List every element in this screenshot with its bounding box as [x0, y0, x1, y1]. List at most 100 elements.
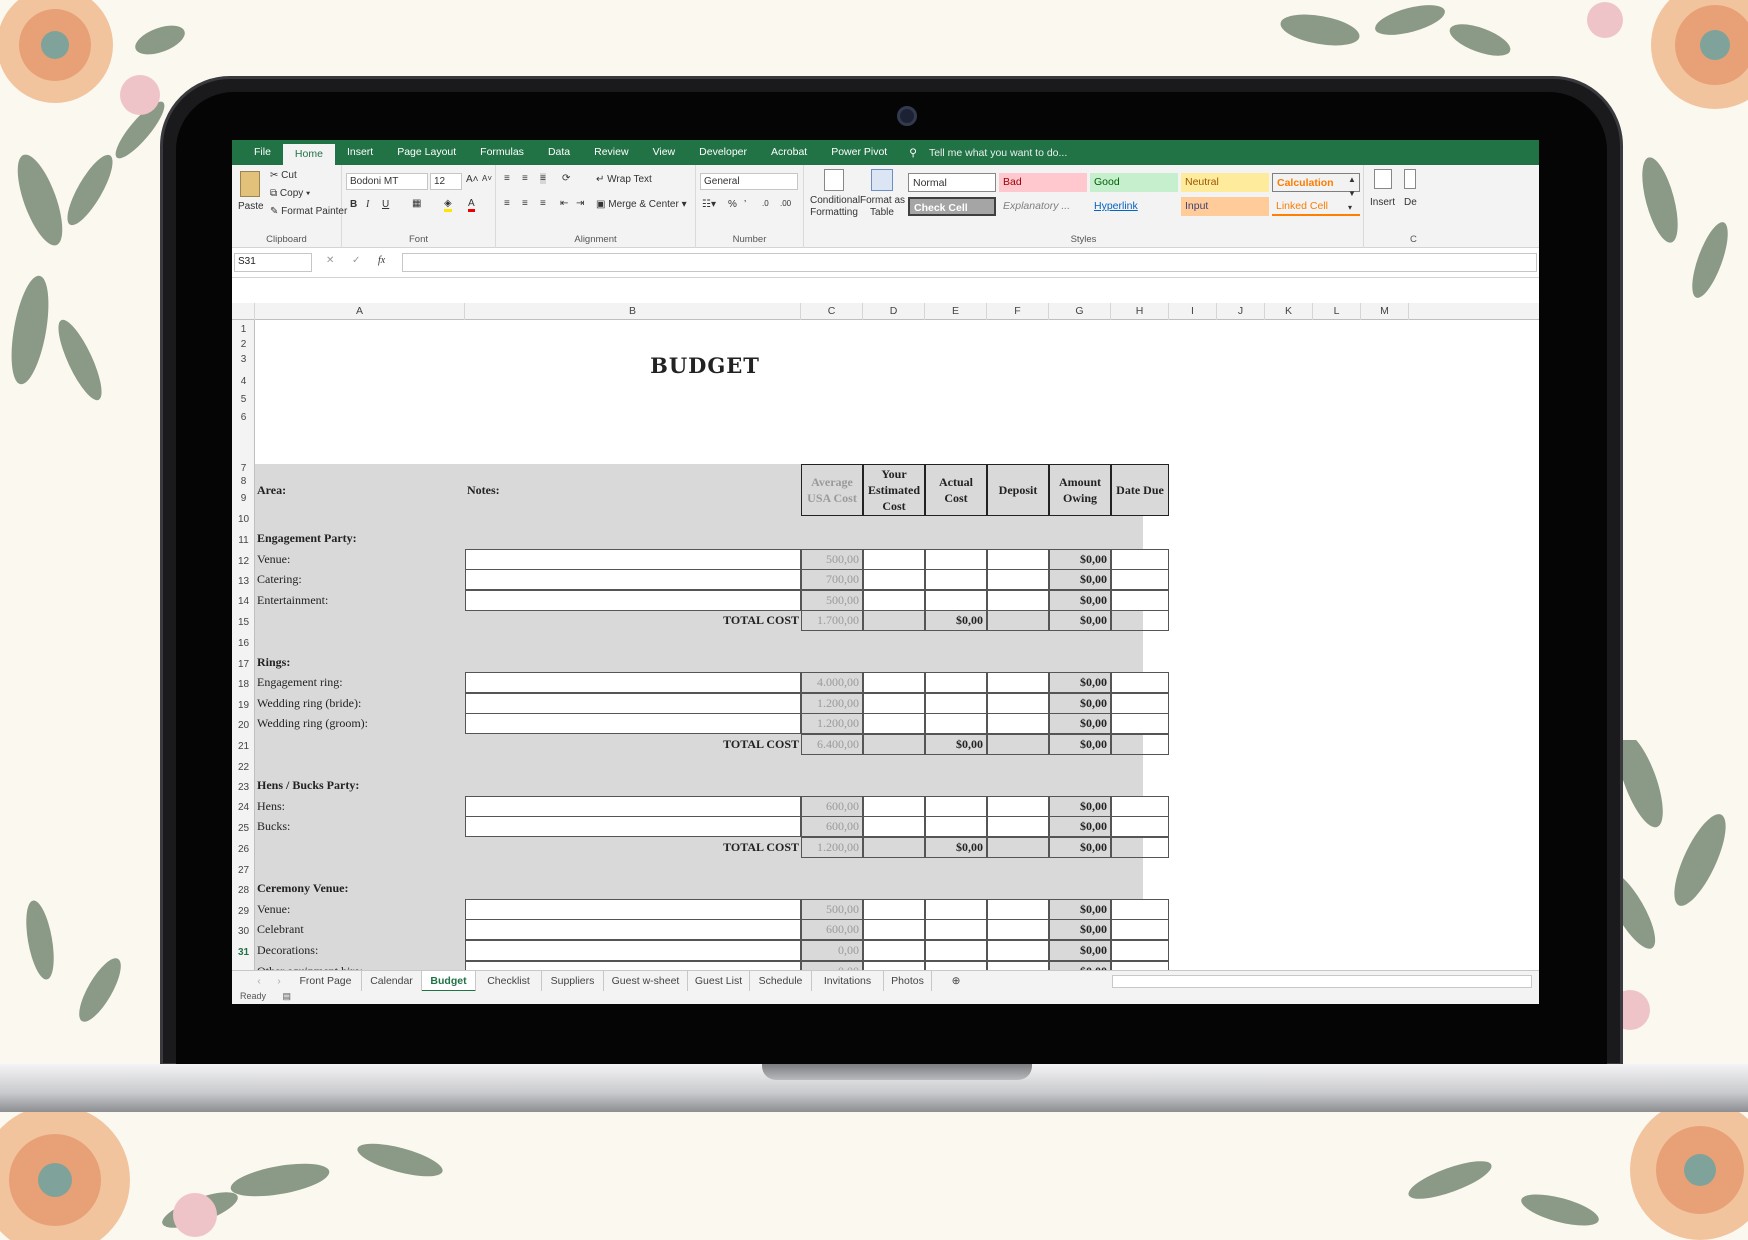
row-header[interactable]: 21 — [232, 741, 255, 752]
sheet-tab-invitations[interactable]: Invitations — [812, 971, 884, 992]
row-header[interactable]: 3 — [232, 354, 255, 365]
sheet-tab-photos[interactable]: Photos — [884, 971, 932, 992]
deposit-cell[interactable] — [987, 940, 1049, 961]
row-header[interactable]: 11 — [232, 535, 255, 546]
actual-cost-cell[interactable] — [925, 795, 987, 817]
cancel-icon[interactable]: ✕ — [326, 255, 334, 266]
sheet-tab-front-page[interactable]: Front Page — [290, 971, 362, 992]
cut-button[interactable]: ✂ Cut — [270, 170, 297, 181]
style-bad[interactable]: Bad — [999, 173, 1087, 192]
deposit-cell[interactable] — [987, 672, 1049, 694]
scroll-left-icon[interactable]: ‹ — [252, 971, 266, 992]
date-due-cell[interactable] — [1111, 940, 1169, 961]
actual-cost-cell[interactable] — [925, 692, 987, 714]
column-header[interactable]: A — [255, 303, 465, 320]
style-input[interactable]: Input — [1181, 197, 1269, 216]
actual-cost-cell[interactable] — [925, 589, 987, 611]
style-hyperlink[interactable]: Hyperlink — [1090, 197, 1178, 216]
style-check-cell[interactable]: Check Cell — [908, 197, 996, 216]
row-header[interactable]: 7 — [232, 463, 255, 474]
actual-cost-cell[interactable] — [925, 672, 987, 694]
style-linked-cell[interactable]: Linked Cell — [1272, 197, 1360, 216]
copy-button[interactable]: ⧉ Copy ▾ — [270, 188, 310, 199]
font-name-select[interactable]: Bodoni MT — [346, 173, 428, 190]
row-header[interactable]: 8 — [232, 476, 255, 487]
date-due-cell[interactable] — [1111, 589, 1169, 611]
tab-data[interactable]: Data — [536, 140, 582, 165]
paste-icon[interactable] — [240, 171, 260, 197]
row-header[interactable]: 30 — [232, 926, 255, 937]
row-header[interactable]: 31 — [232, 947, 255, 958]
borders-icon[interactable]: ▦ — [412, 198, 421, 209]
sheet-tab-schedule[interactable]: Schedule — [750, 971, 812, 992]
orientation-icon[interactable]: ⟳ — [562, 173, 570, 184]
insert-function-icon[interactable]: fx — [378, 255, 385, 266]
row-header[interactable]: 1 — [232, 324, 255, 335]
macro-record-icon[interactable]: ▤ — [283, 991, 292, 1001]
row-header[interactable]: 19 — [232, 700, 255, 711]
tab-file[interactable]: File — [242, 140, 283, 165]
column-header[interactable]: M — [1361, 303, 1409, 320]
wrap-text-button[interactable]: ↵ Wrap Text — [596, 174, 652, 185]
notes-cell[interactable] — [465, 569, 801, 591]
notes-cell[interactable] — [465, 898, 801, 920]
style-neutral[interactable]: Neutral — [1181, 173, 1269, 192]
actual-cost-cell[interactable] — [925, 713, 987, 735]
select-all-corner[interactable] — [232, 303, 255, 320]
column-header[interactable]: I — [1169, 303, 1217, 320]
actual-cost-cell[interactable] — [925, 816, 987, 838]
column-header[interactable]: K — [1265, 303, 1313, 320]
est-cost-cell[interactable] — [863, 940, 925, 961]
row-header[interactable]: 10 — [232, 514, 255, 525]
tab-acrobat[interactable]: Acrobat — [759, 140, 819, 165]
tab-page-layout[interactable]: Page Layout — [385, 140, 468, 165]
row-header[interactable]: 18 — [232, 679, 255, 690]
row-header[interactable]: 23 — [232, 782, 255, 793]
actual-cost-cell[interactable] — [925, 898, 987, 920]
enter-icon[interactable]: ✓ — [352, 255, 360, 266]
add-sheet-icon[interactable]: ⊕ — [946, 971, 966, 992]
est-cost-cell[interactable] — [863, 589, 925, 611]
deposit-cell[interactable] — [987, 713, 1049, 735]
increase-decimal-icon[interactable]: .0 — [762, 199, 769, 208]
conditional-formatting-button[interactable]: Conditional Formatting — [810, 169, 860, 219]
align-center-icon[interactable]: ≡ — [522, 198, 528, 209]
align-bottom-icon[interactable]: ≡ — [540, 173, 546, 184]
row-header[interactable]: 27 — [232, 865, 255, 876]
row-header[interactable]: 22 — [232, 762, 255, 773]
notes-cell[interactable] — [465, 548, 801, 570]
column-header[interactable]: H — [1111, 303, 1169, 320]
sheet-tab-suppliers[interactable]: Suppliers — [542, 971, 604, 992]
column-header[interactable]: J — [1217, 303, 1265, 320]
align-middle-icon[interactable]: ≡ — [522, 173, 528, 184]
row-header[interactable]: 5 — [232, 394, 255, 405]
est-cost-cell[interactable] — [863, 919, 925, 941]
actual-cost-cell[interactable] — [925, 919, 987, 941]
date-due-cell[interactable] — [1111, 713, 1169, 735]
delete-cells-button[interactable]: De — [1404, 169, 1417, 209]
column-header[interactable]: C — [801, 303, 863, 320]
deposit-cell[interactable] — [987, 816, 1049, 838]
date-due-cell[interactable] — [1111, 919, 1169, 941]
actual-cost-cell[interactable] — [925, 569, 987, 591]
tab-formulas[interactable]: Formulas — [468, 140, 536, 165]
sheet-tab-budget[interactable]: Budget — [422, 971, 476, 992]
notes-cell[interactable] — [465, 692, 801, 714]
tab-developer[interactable]: Developer — [687, 140, 759, 165]
notes-cell[interactable] — [465, 940, 801, 961]
column-header[interactable]: B — [465, 303, 801, 320]
row-header[interactable]: 28 — [232, 885, 255, 896]
style-calculation[interactable]: Calculation — [1272, 173, 1360, 192]
row-header[interactable]: 26 — [232, 844, 255, 855]
worksheet[interactable]: BUDGET Area: Notes: Average USA Cost You… — [255, 320, 1539, 1003]
row-header[interactable]: 13 — [232, 576, 255, 587]
est-cost-cell[interactable] — [863, 672, 925, 694]
tell-me-search[interactable]: Tell me what you want to do... — [929, 147, 1067, 159]
font-size-select[interactable]: 12 — [430, 173, 462, 190]
italic-button[interactable]: I — [366, 199, 369, 210]
date-due-cell[interactable] — [1111, 898, 1169, 920]
tab-home[interactable]: Home — [282, 144, 335, 165]
deposit-cell[interactable] — [987, 919, 1049, 941]
date-due-cell[interactable] — [1111, 569, 1169, 591]
name-box[interactable]: S31 — [234, 253, 312, 272]
